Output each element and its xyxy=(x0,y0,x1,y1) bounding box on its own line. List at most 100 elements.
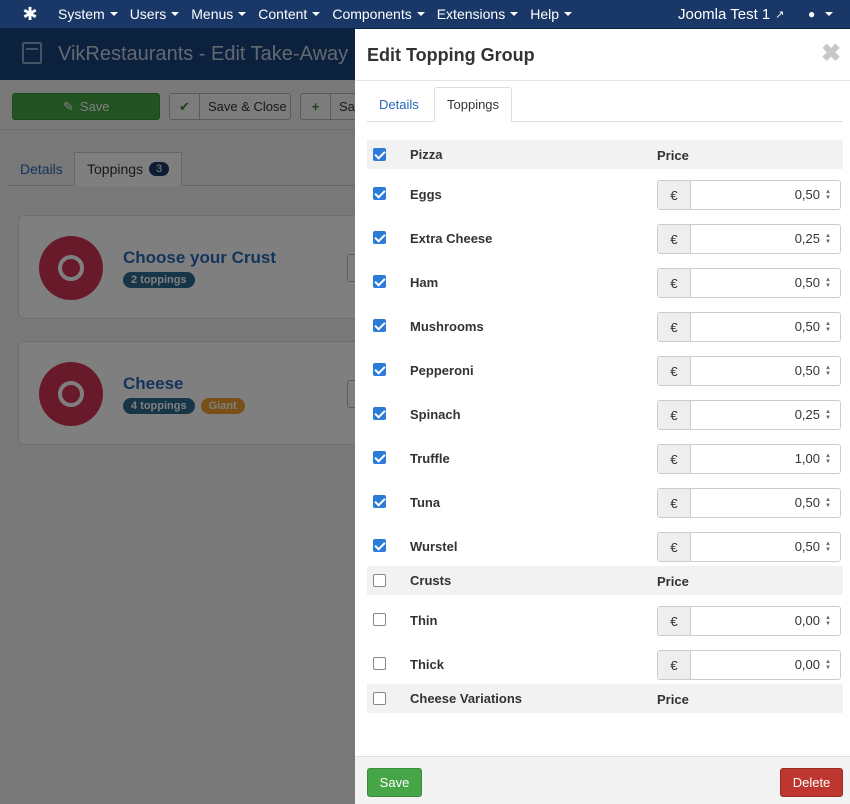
topping-name: Spinach xyxy=(410,407,461,422)
menu-menus[interactable]: Menus xyxy=(191,6,247,22)
menu-extensions[interactable]: Extensions xyxy=(437,6,519,22)
spinner-icon[interactable]: ▲ ▼ xyxy=(825,189,831,201)
spinner-icon[interactable]: ▲ ▼ xyxy=(825,409,831,421)
external-link-icon: ↗ xyxy=(775,8,785,21)
spinner-icon[interactable]: ▲ ▼ xyxy=(825,659,831,671)
caret-down-icon xyxy=(564,12,572,16)
tab-label: Details xyxy=(379,97,419,112)
menu-content[interactable]: Content xyxy=(258,6,321,22)
topping-name: Truffle xyxy=(410,451,450,466)
topping-group-header: Crusts Price xyxy=(367,566,843,595)
price-input[interactable]: €0,25 ▲ ▼ xyxy=(657,400,841,430)
topping-group-header: Cheese Variations Price xyxy=(367,684,843,713)
modal-header: Edit Topping Group ✖ xyxy=(355,29,850,81)
topping-row: Spinach €0,25 ▲ ▼ xyxy=(367,390,843,434)
price-input[interactable]: €1,00 ▲ ▼ xyxy=(657,444,841,474)
price-header: Price xyxy=(657,148,689,163)
price-input[interactable]: €0,50 ▲ ▼ xyxy=(657,180,841,210)
topping-checkbox[interactable] xyxy=(373,451,386,464)
menu-components[interactable]: Components xyxy=(332,6,425,22)
price-input[interactable]: €0,50 ▲ ▼ xyxy=(657,268,841,298)
group-checkbox[interactable] xyxy=(373,148,386,161)
modal-tab-toppings[interactable]: Toppings xyxy=(434,87,513,122)
topping-name: Eggs xyxy=(410,187,442,202)
currency-addon: € xyxy=(658,181,691,209)
topping-checkbox[interactable] xyxy=(373,275,386,288)
topping-checkbox[interactable] xyxy=(373,407,386,420)
topping-row: Wurstel €0,50 ▲ ▼ xyxy=(367,522,843,566)
menu-users[interactable]: Users xyxy=(130,6,180,22)
spinner-icon[interactable]: ▲ ▼ xyxy=(825,615,831,627)
topping-row: Extra Cheese €0,25 ▲ ▼ xyxy=(367,214,843,258)
topping-row: Thick €0,00 ▲ ▼ xyxy=(367,640,843,684)
price-header: Price xyxy=(657,574,689,589)
main-menu: System Users Menus Content Components Ex… xyxy=(58,0,584,28)
topping-name: Ham xyxy=(410,275,439,290)
price-input[interactable]: €0,50 ▲ ▼ xyxy=(657,356,841,386)
caret-down-icon xyxy=(510,12,519,16)
currency-addon: € xyxy=(658,445,691,473)
currency-addon: € xyxy=(658,651,691,679)
price-header: Price xyxy=(657,692,689,707)
currency-addon: € xyxy=(658,607,691,635)
price-value: 0,50 xyxy=(794,275,820,290)
currency-addon: € xyxy=(658,313,691,341)
save-button[interactable]: Save xyxy=(367,768,422,797)
modal-tab-details[interactable]: Details xyxy=(367,87,431,122)
price-value: 0,50 xyxy=(794,187,820,202)
topping-name: Mushrooms xyxy=(410,319,484,334)
topping-row: Thin €0,00 ▲ ▼ xyxy=(367,596,843,640)
tab-label: Toppings xyxy=(447,97,500,112)
currency-addon: € xyxy=(658,489,691,517)
topping-row: Truffle €1,00 ▲ ▼ xyxy=(367,434,843,478)
price-input[interactable]: €0,25 ▲ ▼ xyxy=(657,224,841,254)
group-checkbox[interactable] xyxy=(373,574,386,587)
user-menu[interactable]: ● xyxy=(808,0,834,28)
menu-label: Content xyxy=(258,6,308,22)
site-link[interactable]: Joomla Test 1 ↗ xyxy=(678,0,785,28)
menu-help[interactable]: Help xyxy=(530,6,572,22)
currency-addon: € xyxy=(658,269,691,297)
topping-name: Wurstel xyxy=(410,539,458,554)
button-label: Save xyxy=(379,775,410,790)
admin-top-menu: ✱ System Users Menus Content Components … xyxy=(0,0,850,28)
topping-checkbox[interactable] xyxy=(373,187,386,200)
spinner-icon[interactable]: ▲ ▼ xyxy=(825,497,831,509)
group-checkbox[interactable] xyxy=(373,692,386,705)
close-icon[interactable]: ✖ xyxy=(821,42,841,66)
topping-checkbox[interactable] xyxy=(373,231,386,244)
caret-down-icon xyxy=(171,12,180,16)
caret-down-icon xyxy=(825,12,834,16)
caret-down-icon xyxy=(238,12,247,16)
price-input[interactable]: €0,50 ▲ ▼ xyxy=(657,488,841,518)
spinner-icon[interactable]: ▲ ▼ xyxy=(825,541,831,553)
site-name: Joomla Test 1 xyxy=(678,5,771,23)
topping-row: Ham €0,50 ▲ ▼ xyxy=(367,258,843,302)
menu-system[interactable]: System xyxy=(58,6,118,22)
currency-addon: € xyxy=(658,533,691,561)
topping-checkbox[interactable] xyxy=(373,657,386,670)
caret-down-icon xyxy=(312,12,321,16)
spinner-icon[interactable]: ▲ ▼ xyxy=(825,321,831,333)
spinner-icon[interactable]: ▲ ▼ xyxy=(825,365,831,377)
menu-label: Menus xyxy=(191,6,234,22)
modal-footer: Save Delete xyxy=(355,756,850,804)
price-input[interactable]: €0,00 ▲ ▼ xyxy=(657,650,841,680)
topping-checkbox[interactable] xyxy=(373,495,386,508)
delete-button[interactable]: Delete xyxy=(780,768,843,797)
currency-addon: € xyxy=(658,357,691,385)
spinner-icon[interactable]: ▲ ▼ xyxy=(825,277,831,289)
topping-row: Tuna €0,50 ▲ ▼ xyxy=(367,478,843,522)
price-value: 0,00 xyxy=(794,657,820,672)
price-input[interactable]: €0,50 ▲ ▼ xyxy=(657,532,841,562)
topping-checkbox[interactable] xyxy=(373,319,386,332)
joomla-logo-icon[interactable]: ✱ xyxy=(20,4,40,24)
spinner-icon[interactable]: ▲ ▼ xyxy=(825,233,831,245)
topping-checkbox[interactable] xyxy=(373,363,386,376)
menu-label: Help xyxy=(530,6,559,22)
price-input[interactable]: €0,50 ▲ ▼ xyxy=(657,312,841,342)
topping-checkbox[interactable] xyxy=(373,539,386,552)
price-input[interactable]: €0,00 ▲ ▼ xyxy=(657,606,841,636)
spinner-icon[interactable]: ▲ ▼ xyxy=(825,453,831,465)
topping-checkbox[interactable] xyxy=(373,613,386,626)
